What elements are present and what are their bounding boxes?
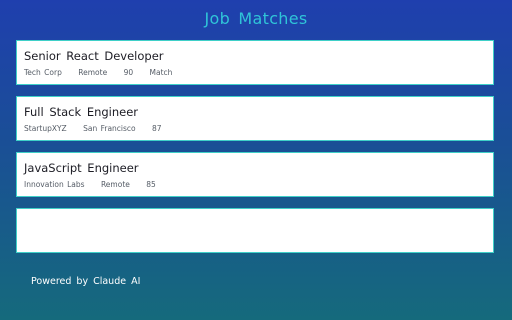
job-location: San Francisco: [83, 124, 136, 133]
job-card-2[interactable]: Full Stack Engineer StartupXYZ San Franc…: [16, 96, 494, 141]
job-card-3[interactable]: JavaScript Engineer Innovation Labs Remo…: [16, 152, 494, 197]
job-company: StartupXYZ: [24, 124, 67, 133]
job-meta: Innovation Labs Remote 85: [24, 180, 170, 189]
footer-powered-by: Powered by Claude AI: [31, 276, 141, 287]
job-card-1[interactable]: Senior React Developer Tech Corp Remote …: [16, 40, 494, 85]
job-card-empty[interactable]: [16, 208, 494, 253]
job-match-score: 90: [123, 68, 134, 77]
job-meta: Tech Corp Remote 90 Match: [24, 68, 186, 77]
job-company: Innovation Labs: [24, 180, 85, 189]
job-meta: StartupXYZ San Francisco 87: [24, 124, 176, 133]
page-title: Job Matches: [204, 9, 308, 28]
job-location: Remote: [78, 68, 108, 77]
job-title: JavaScript Engineer: [24, 161, 139, 175]
job-match-score: 87: [152, 124, 162, 133]
job-company: Tech Corp: [24, 68, 62, 77]
job-title: Full Stack Engineer: [24, 105, 139, 119]
job-location: Remote: [100, 180, 130, 189]
job-title: Senior React Developer: [24, 49, 164, 63]
job-match-score: 85: [146, 180, 156, 189]
job-match-label: Match: [149, 68, 173, 77]
